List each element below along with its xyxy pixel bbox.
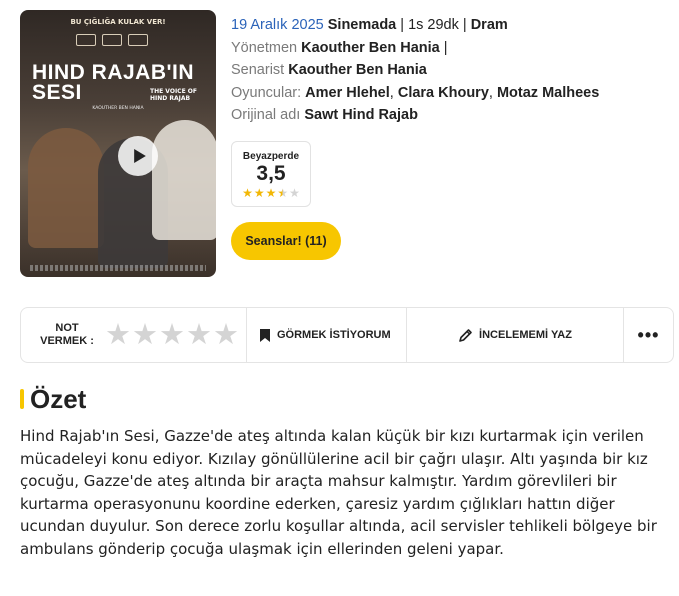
- rate-label: NOT VERMEK :: [40, 322, 94, 347]
- director-link[interactable]: Kaouther Ben Hania: [301, 40, 440, 56]
- rating-stars: ★ ★ ★ ★ ★: [232, 187, 310, 199]
- poster-director-credit: KAOUTHER BEN HANIA: [92, 106, 144, 111]
- star-icon: ★: [253, 186, 265, 200]
- cast-label: Oyuncular:: [231, 84, 302, 101]
- original-title-label: Orijinal adı: [231, 107, 301, 123]
- director-label: Yönetmen: [231, 39, 298, 56]
- bookmark-icon: [260, 328, 270, 342]
- cast-link[interactable]: Amer Hlehel: [305, 85, 390, 101]
- more-options-button[interactable]: •••: [624, 308, 673, 362]
- festival-laurels-icon: [76, 34, 166, 48]
- rating-source: Beyazperde: [242, 151, 300, 162]
- sessions-button[interactable]: Seanslar! (11): [231, 222, 341, 260]
- summary-heading: Özet: [20, 384, 86, 414]
- star-icon[interactable]: ★: [132, 320, 158, 350]
- poster-tagline: BU ÇIĞLIĞA KULAK VER!: [70, 18, 166, 26]
- star-icon: ★: [289, 186, 300, 200]
- release-status: Sinemada: [327, 17, 397, 33]
- cast-link[interactable]: Clara Khoury: [398, 85, 489, 101]
- writer-line: Senarist Kaouther Ben Hania: [231, 59, 671, 82]
- pencil-icon: [459, 328, 472, 342]
- poster-subtitle: THE VOICE OF HIND RAJAB: [150, 88, 197, 102]
- write-review-label: İNCELEMEMİ YAZ: [479, 329, 572, 341]
- original-title-line: Orijinal adı Sawt Hind Rajab: [231, 104, 671, 127]
- cast-link[interactable]: Motaz Malhees: [497, 85, 599, 101]
- duration: 1s 29dk: [408, 17, 459, 33]
- poster-billing-block: [30, 265, 206, 271]
- write-review-button[interactable]: İNCELEMEMİ YAZ: [407, 308, 624, 362]
- movie-poster[interactable]: BU ÇIĞLIĞA KULAK VER! HIND RAJAB'IN SESI…: [20, 10, 216, 277]
- rate-section: NOT VERMEK : ★ ★ ★ ★ ★: [21, 308, 247, 362]
- release-line: 19 Aralık 2025 Sinemada | 1s 29dk | Dram: [231, 17, 508, 33]
- summary-title: Özet: [30, 384, 87, 414]
- star-icon: ★: [277, 186, 289, 200]
- more-dots-icon: •••: [637, 325, 660, 345]
- user-rating-stars: ★ ★ ★ ★ ★: [105, 320, 239, 350]
- director-line: Yönetmen Kaouther Ben Hania |: [231, 39, 448, 56]
- movie-info: 19 Aralık 2025 Sinemada | 1s 29dk | Dram…: [231, 14, 671, 127]
- poster-figure: [152, 120, 216, 240]
- play-trailer-button[interactable]: [118, 136, 158, 176]
- star-icon[interactable]: ★: [186, 320, 212, 350]
- writer-label: Senarist: [231, 62, 285, 78]
- press-rating-box[interactable]: Beyazperde 3,5 ★ ★ ★ ★ ★: [231, 141, 311, 207]
- star-icon[interactable]: ★: [105, 320, 131, 350]
- heading-accent-bar: [20, 389, 24, 409]
- action-bar: NOT VERMEK : ★ ★ ★ ★ ★ GÖRMEK İSTİYORUM …: [20, 307, 674, 363]
- rating-score: 3,5: [256, 162, 286, 185]
- cast-line: Oyuncular: Amer Hlehel, Clara Khoury, Mo…: [231, 84, 600, 101]
- star-icon[interactable]: ★: [159, 320, 185, 350]
- play-icon: [133, 149, 146, 163]
- star-icon: ★: [265, 186, 277, 200]
- star-icon: ★: [242, 186, 253, 200]
- writer-link[interactable]: Kaouther Ben Hania: [288, 62, 427, 78]
- star-icon[interactable]: ★: [213, 320, 239, 350]
- genre-link[interactable]: Dram: [471, 17, 508, 33]
- poster-figure: [28, 128, 104, 248]
- summary-text: Hind Rajab'ın Sesi, Gazze'de ateş altınd…: [20, 427, 657, 558]
- release-date-link[interactable]: 19 Aralık 2025: [231, 17, 324, 33]
- want-to-see-label: GÖRMEK İSTİYORUM: [277, 329, 391, 341]
- original-title: Sawt Hind Rajab: [304, 107, 418, 123]
- want-to-see-button[interactable]: GÖRMEK İSTİYORUM: [247, 308, 407, 362]
